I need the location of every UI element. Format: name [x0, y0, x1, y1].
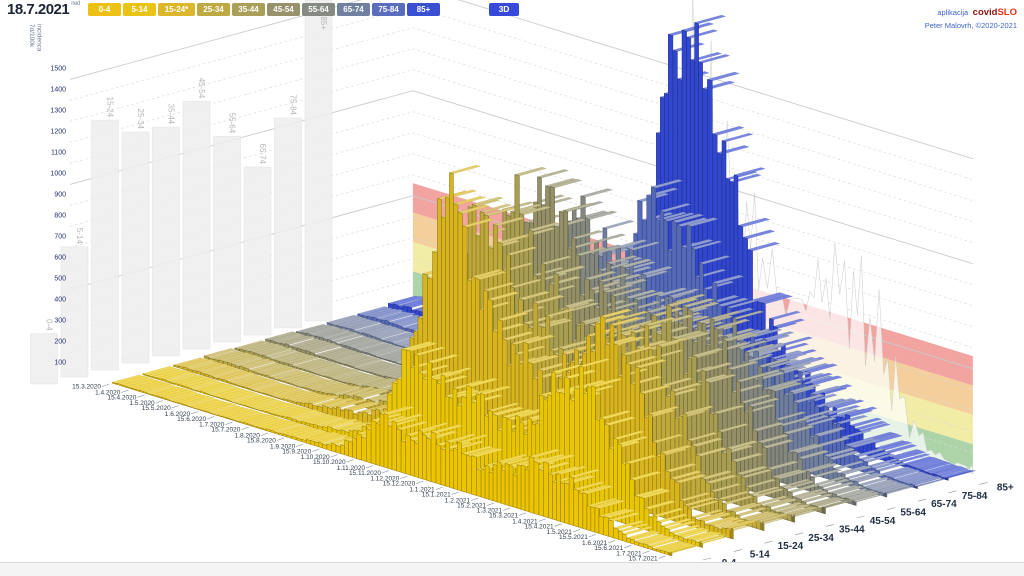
ghost-bar-75-84	[275, 118, 302, 328]
credits-brand-slo: SLO	[997, 7, 1017, 18]
y-tick-400: 400	[54, 297, 66, 304]
age-button-45-54[interactable]: 45-54	[267, 3, 300, 16]
age-button-55-64[interactable]: 55-64	[302, 3, 335, 16]
ghost-bar-25-34	[122, 132, 149, 363]
y-tick-700: 700	[54, 234, 66, 241]
credits-prefix: aplikacija	[937, 8, 968, 17]
age-axis-label-35-44: 35-44	[839, 524, 865, 535]
age-axis-label-15-24: 15-24	[778, 541, 804, 552]
age-axis-label-25-34: 25-34	[808, 533, 834, 544]
y-tick-1000: 1000	[50, 171, 66, 178]
ridge-chart-3d: 0-45-1415-2425-3435-4445-5455-6465-7475-…	[0, 0, 1024, 576]
credits-byline: Peter Malovrh, ©2020-2021	[925, 21, 1017, 30]
age-button-35-44[interactable]: 35-44	[232, 3, 265, 16]
ghost-bar-5-14	[61, 247, 88, 377]
y-tick-1100: 1100	[51, 150, 66, 157]
y-tick-1500: 1500	[50, 66, 66, 73]
y-tick-300: 300	[54, 318, 66, 325]
y-axis: 100 200 300 400 500 600 700 800 900 1000 1100 1200 1…	[28, 24, 66, 367]
y-tick-100: 100	[54, 360, 66, 367]
header-bar: 18.7.2021ned 0-45-1415-24*25-3435-4445-5…	[0, 0, 1024, 22]
age-axis-label-55-64: 55-64	[900, 508, 926, 519]
selected-date-label: 18.7.2021	[7, 1, 69, 18]
ghost-age-histogram: 0-45-1415-2425-3435-4445-5455-6465-7475-…	[31, 0, 333, 384]
selected-date-weekday: ned	[71, 1, 80, 7]
ghost-bar-65-74	[244, 167, 271, 335]
age-button-5-14[interactable]: 5-14	[123, 3, 156, 16]
age-group-legend: 0-45-1415-24*25-3435-4445-5455-6465-7475…	[88, 3, 440, 16]
age-axis-label-45-54: 45-54	[870, 516, 896, 527]
ghost-bar-label-5-14: 5-14	[75, 228, 84, 245]
ghost-bar-label-15-24: 15-24	[106, 97, 115, 118]
age-button-75-84[interactable]: 75-84	[372, 3, 405, 16]
ghost-bar-label-35-44: 35-44	[167, 104, 176, 125]
y-tick-200: 200	[54, 339, 66, 346]
ghost-bar-label-0-4: 0-4	[45, 319, 54, 331]
ghost-bar-label-75-84: 75-84	[289, 95, 298, 116]
selected-date[interactable]: 18.7.2021ned	[7, 1, 80, 18]
y-tick-900: 900	[54, 192, 66, 199]
age-axis-label-85+: 85+	[997, 482, 1014, 493]
age-axis-label-5-14: 5-14	[750, 550, 770, 561]
covid-slo-3d-app: 0-45-1415-2425-3435-4445-5455-6465-7475-…	[0, 0, 1024, 576]
ghost-bar-label-25-34: 25-34	[136, 109, 145, 130]
y-tick-800: 800	[54, 213, 66, 220]
y-tick-600: 600	[54, 255, 66, 262]
ghost-bar-label-45-54: 45-54	[197, 78, 206, 99]
ghost-bar-15-24	[92, 120, 119, 370]
y-tick-500: 500	[54, 276, 66, 283]
ghost-bar-35-44	[153, 127, 180, 356]
ghost-bar-55-64	[214, 136, 241, 342]
age-axis-label-75-84: 75-84	[962, 491, 988, 502]
age-button-65-74[interactable]: 65-74	[337, 3, 370, 16]
ghost-bar-45-54	[183, 101, 210, 349]
y-tick-1400: 1400	[50, 87, 66, 94]
age-button-25-34[interactable]: 25-34	[197, 3, 230, 16]
y-tick-1300: 1300	[50, 108, 66, 115]
credits-brand-covid: covid	[973, 7, 998, 18]
age-button-15-24[interactable]: 15-24*	[158, 3, 195, 16]
ghost-bar-85+	[305, 0, 332, 321]
bottom-strip	[0, 562, 1024, 576]
age-axis-label-65-74: 65-74	[931, 499, 957, 510]
mode-3d-button[interactable]: 3D	[489, 3, 519, 16]
age-button-85plus[interactable]: 85+	[407, 3, 440, 16]
credits-line1: aplikacija covidSLO	[925, 1, 1017, 21]
y-axis-title: 7d/100kincidenca	[28, 24, 43, 52]
ghost-bar-label-65-74: 65-74	[258, 144, 267, 165]
credits: aplikacija covidSLO Peter Malovrh, ©2020…	[925, 1, 1017, 30]
ghost-bar-label-55-64: 55-64	[228, 113, 237, 134]
y-tick-1200: 1200	[50, 129, 66, 136]
age-button-0-4[interactable]: 0-4	[88, 3, 121, 16]
